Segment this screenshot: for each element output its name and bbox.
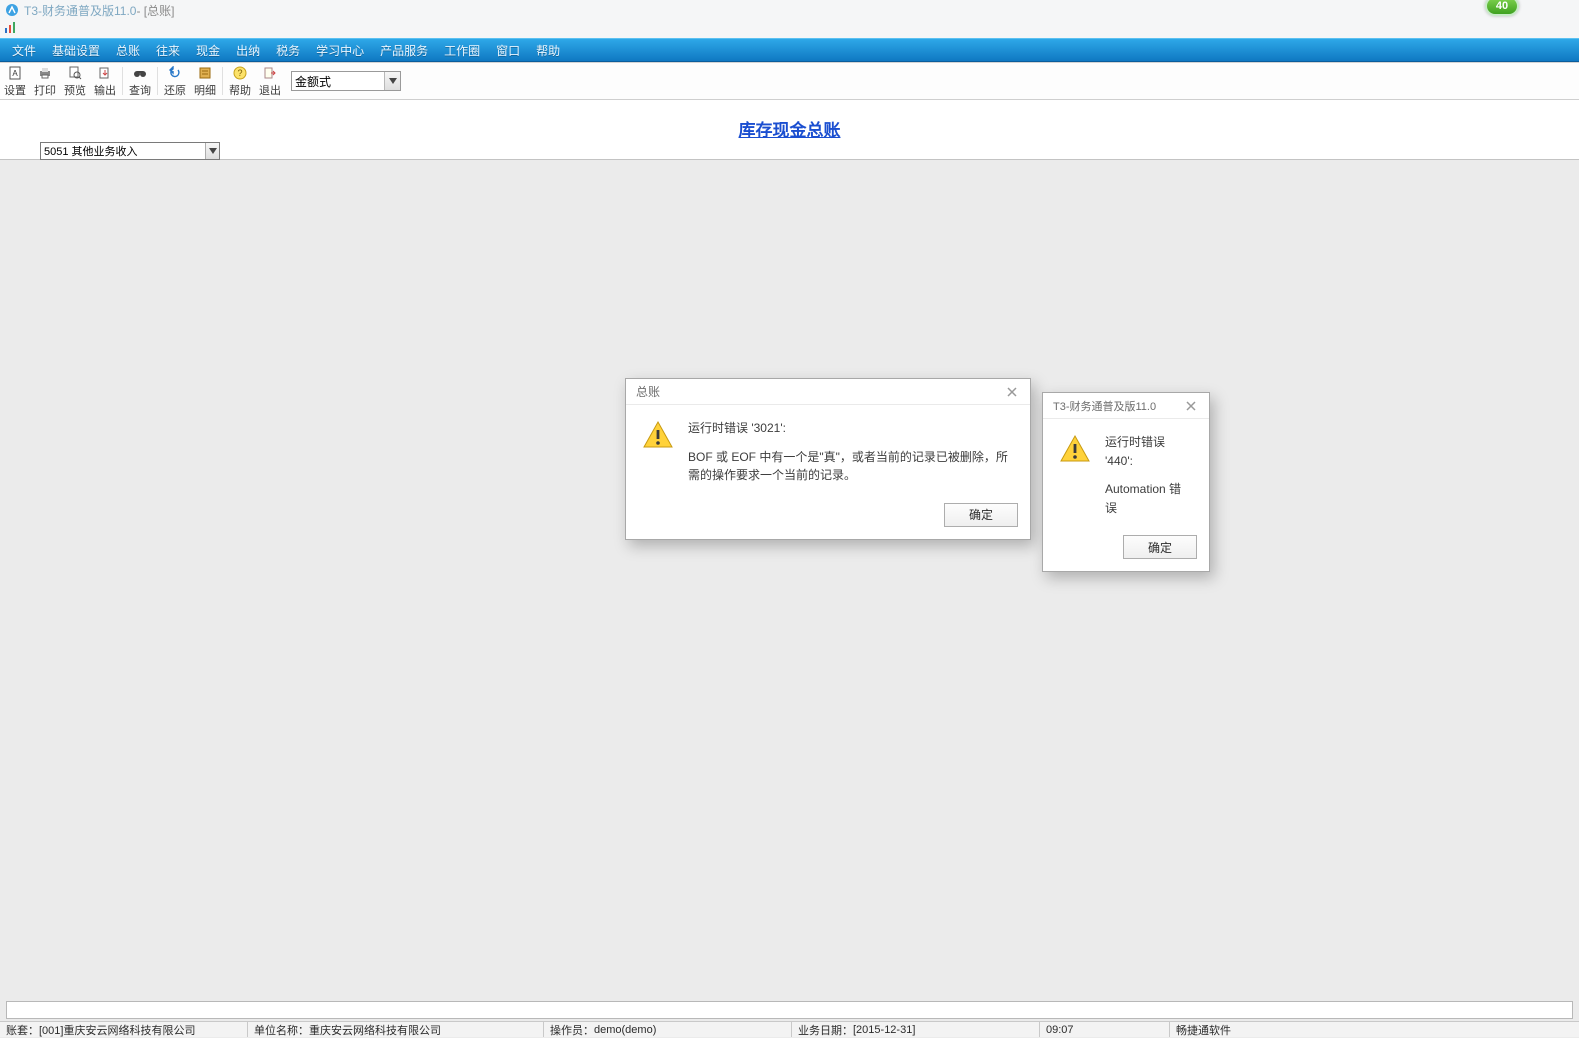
toolbar-btn-label: 帮助: [229, 82, 251, 98]
status-operator-value: demo(demo): [594, 1024, 656, 1036]
menu-general-ledger[interactable]: 总账: [108, 42, 148, 59]
ledger-icon: [197, 65, 213, 81]
toolbar-restore-button[interactable]: 还原: [160, 63, 190, 99]
chevron-down-icon: [384, 72, 400, 90]
dialog-error-body: BOF 或 EOF 中有一个是"真"，或者当前的记录已被删除，所需的操作要求一个…: [688, 448, 1014, 485]
close-icon[interactable]: [1002, 382, 1022, 402]
content-header: 库存现金总账 5051 其他业务收入: [0, 100, 1579, 160]
toolbar-btn-label: 预览: [64, 82, 86, 98]
status-time: 09:07: [1046, 1024, 1074, 1036]
menu-cash[interactable]: 现金: [188, 42, 228, 59]
help-icon: ?: [232, 65, 248, 81]
window-title: T3-财务通普及版11.0: [24, 2, 136, 19]
error-dialog-440: T3-财务通普及版11.0 运行时错误 '440': Automation 错误…: [1042, 392, 1210, 572]
page-title: 库存现金总账: [739, 116, 841, 141]
status-account-set-label: 账套：: [6, 1022, 39, 1038]
menu-bar: 文件 基础设置 总账 往来 现金 出纳 税务 学习中心 产品服务 工作圈 窗口 …: [0, 38, 1579, 62]
status-account-set-value: [001]重庆安云网络科技有限公司: [39, 1022, 195, 1038]
toolbar-preview-button[interactable]: 预览: [60, 63, 90, 99]
close-icon[interactable]: [1181, 396, 1201, 416]
toolbar-settings-button[interactable]: A 设置: [0, 63, 30, 99]
dialog-error-code: 运行时错误 '3021':: [688, 419, 1014, 438]
notification-badge-count: 40: [1496, 0, 1508, 12]
printer-icon: [37, 65, 53, 81]
toolbar-separator: [122, 67, 123, 95]
format-select-value: 金额式: [295, 73, 331, 90]
menu-workspace[interactable]: 工作圈: [436, 42, 488, 59]
dialog-titlebar[interactable]: T3-财务通普及版11.0: [1043, 393, 1209, 419]
ok-button[interactable]: 确定: [944, 503, 1018, 527]
menu-window[interactable]: 窗口: [488, 42, 528, 59]
magnifier-page-icon: [67, 65, 83, 81]
notification-badge[interactable]: 40: [1485, 0, 1519, 16]
binoculars-icon: [132, 65, 148, 81]
toolbar-separator: [157, 67, 158, 95]
dialog-error-code: 运行时错误 '440':: [1105, 433, 1193, 470]
dialog-title-text: T3-财务通普及版11.0: [1053, 398, 1156, 414]
toolbar-help-button[interactable]: ? 帮助: [225, 63, 255, 99]
toolbar-detail-button[interactable]: 明细: [190, 63, 220, 99]
toolbar-btn-label: 查询: [129, 82, 151, 98]
window-title-sub: - [总账]: [136, 2, 174, 19]
undo-icon: [167, 65, 183, 81]
dialog-error-body: Automation 错误: [1105, 480, 1193, 517]
svg-text:?: ?: [237, 68, 242, 78]
dialog-title-text: 总账: [636, 383, 660, 400]
menu-file[interactable]: 文件: [4, 42, 44, 59]
titlebar: T3-财务通普及版11.0 - [总账] 40: [0, 0, 1579, 20]
chart-icon: [4, 20, 18, 34]
toolbar-btn-label: 退出: [259, 82, 281, 98]
toolbar-query-button[interactable]: 查询: [125, 63, 155, 99]
status-bizdate-label: 业务日期：: [798, 1022, 853, 1038]
toolbar-btn-label: 设置: [4, 82, 26, 98]
dialog-titlebar[interactable]: 总账: [626, 379, 1030, 405]
menu-transactions[interactable]: 往来: [148, 42, 188, 59]
status-operator-label: 操作员：: [550, 1022, 594, 1038]
chevron-down-icon: [205, 143, 219, 159]
menu-basic-settings[interactable]: 基础设置: [44, 42, 108, 59]
menu-learning[interactable]: 学习中心: [308, 42, 372, 59]
status-bar: 账套： [001]重庆安云网络科技有限公司 单位名称： 重庆安云网络科技有限公司…: [0, 1021, 1579, 1037]
toolbar: A 设置 打印 预览 输出 查询 还原 明细 ? 帮助 退出 金额式: [0, 62, 1579, 100]
ok-button-label: 确定: [969, 506, 993, 523]
account-combo-value: 5051 其他业务收入: [44, 143, 138, 159]
page-a-icon: A: [7, 65, 23, 81]
account-combo[interactable]: 5051 其他业务收入: [40, 142, 220, 160]
status-input[interactable]: [6, 1001, 1573, 1019]
toolbar-btn-label: 打印: [34, 82, 56, 98]
menu-tax[interactable]: 税务: [268, 42, 308, 59]
status-company-label: 单位名称：: [254, 1022, 309, 1038]
toolbar-print-button[interactable]: 打印: [30, 63, 60, 99]
error-dialog-3021: 总账 运行时错误 '3021': BOF 或 EOF 中有一个是"真"，或者当前…: [625, 378, 1031, 540]
status-bizdate-value: [2015-12-31]: [853, 1024, 915, 1036]
svg-text:A: A: [12, 69, 18, 78]
menu-product-service[interactable]: 产品服务: [372, 42, 436, 59]
quick-icon-strip: [0, 20, 1579, 38]
toolbar-exit-button[interactable]: 退出: [255, 63, 285, 99]
export-icon: [97, 65, 113, 81]
ok-button-label: 确定: [1148, 539, 1172, 556]
menu-help[interactable]: 帮助: [528, 42, 568, 59]
warning-icon: [1059, 433, 1091, 465]
toolbar-btn-label: 还原: [164, 82, 186, 98]
warning-icon: [642, 419, 674, 451]
toolbar-export-button[interactable]: 输出: [90, 63, 120, 99]
menu-cashier[interactable]: 出纳: [228, 42, 268, 59]
ok-button[interactable]: 确定: [1123, 535, 1197, 559]
toolbar-separator: [222, 67, 223, 95]
toolbar-btn-label: 明细: [194, 82, 216, 98]
app-icon: [4, 2, 20, 18]
toolbar-btn-label: 输出: [94, 82, 116, 98]
status-brand: 畅捷通软件: [1176, 1022, 1231, 1038]
main-canvas: [0, 160, 1579, 1007]
status-company-value: 重庆安云网络科技有限公司: [309, 1022, 441, 1038]
format-select[interactable]: 金额式: [291, 71, 401, 91]
exit-icon: [262, 65, 278, 81]
